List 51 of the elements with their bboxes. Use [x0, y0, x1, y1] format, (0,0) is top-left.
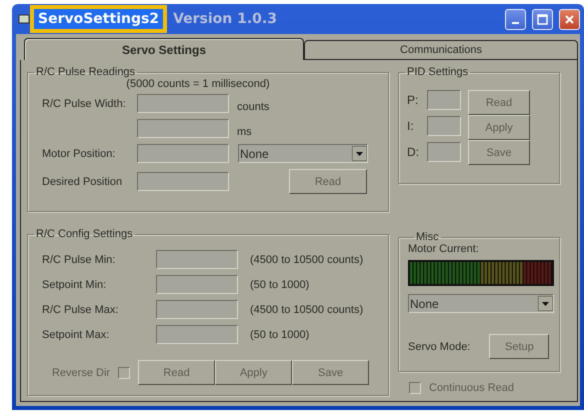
version-label: Version 1.0.3	[173, 11, 277, 27]
range-hint: (50 to 1000)	[250, 278, 310, 290]
range-hint: (50 to 1000)	[250, 328, 310, 340]
tab[interactable]: Servo Settings	[24, 38, 304, 60]
input-field[interactable]	[137, 144, 229, 163]
input-field[interactable]	[427, 90, 461, 110]
maximize-button[interactable]	[532, 8, 553, 30]
field-label: D:	[407, 145, 420, 159]
field-label: Setpoint Min:	[42, 278, 108, 290]
field-label: I:	[407, 119, 415, 133]
field-label: Motor Position:	[42, 148, 116, 160]
maximize-icon	[537, 14, 548, 24]
dropdown-arrow-icon	[352, 146, 367, 161]
input-field[interactable]	[137, 119, 229, 138]
field-label: R/C Pulse Width:	[42, 98, 127, 110]
input-field[interactable]	[156, 275, 238, 294]
note-text: (5000 counts = 1 millisecond)	[125, 78, 271, 90]
group-title: R/C Pulse Readings	[35, 66, 136, 78]
range-hint: (4500 to 10500 counts)	[250, 304, 364, 316]
field-label: R/C Pulse Max:	[42, 304, 120, 316]
field-label: Setpoint Max:	[42, 328, 110, 340]
field-label: P:	[407, 93, 420, 107]
unit-label: counts	[237, 101, 270, 113]
range-hint: (4500 to 10500 counts)	[250, 254, 364, 266]
app-icon	[18, 13, 30, 25]
minimize-button[interactable]	[505, 8, 526, 30]
meter-label: Motor Current:	[408, 243, 480, 255]
input-field[interactable]	[156, 325, 238, 344]
input-field[interactable]	[427, 142, 461, 162]
input-field[interactable]	[137, 172, 229, 191]
close-icon	[564, 14, 575, 24]
group-title: PID Settings	[406, 66, 470, 78]
field-label: Desired Position	[42, 176, 124, 188]
checkbox-label: Continuous Read	[429, 382, 514, 394]
input-field[interactable]	[137, 94, 229, 113]
group-title: R/C Config Settings	[35, 228, 134, 240]
window-title: ServoSettings2	[34, 9, 164, 29]
dropdown-arrow-icon	[538, 296, 553, 311]
minimize-icon	[512, 22, 519, 24]
input-field[interactable]	[156, 250, 238, 269]
field-label: Servo Mode:	[408, 340, 470, 352]
dropdown[interactable]: None	[238, 144, 368, 163]
close-button[interactable]	[559, 8, 580, 30]
field-label: R/C Pulse Min:	[42, 254, 116, 266]
tab[interactable]: Communications	[304, 40, 578, 60]
input-field[interactable]	[427, 116, 461, 136]
group-title: Misc	[415, 231, 440, 243]
input-field[interactable]	[156, 300, 238, 319]
unit-label: ms	[237, 126, 253, 138]
checkbox-label: Reverse Dir	[52, 366, 110, 378]
dropdown[interactable]: None	[408, 294, 554, 313]
